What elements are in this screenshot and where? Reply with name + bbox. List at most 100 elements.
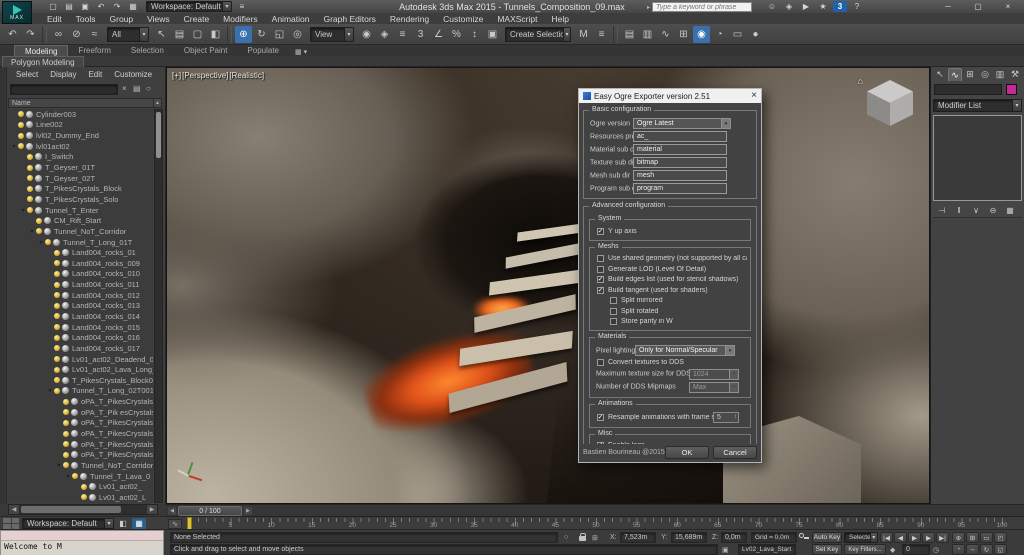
current-frame-field[interactable]: 0 [902,544,930,555]
viewport-menu-pov[interactable]: [Perspective] [182,71,228,80]
track-bar[interactable]: ∿ 51015202530354045505560657075808590951… [166,516,1024,529]
next-frame-icon[interactable]: ▶ [922,532,935,543]
expand-arrow-icon[interactable]: ▾ [46,387,54,394]
checkbox-checked[interactable]: ✓ [597,287,604,294]
tree-item[interactable]: T_Geyser_02T [8,173,153,184]
expand-arrow-icon[interactable]: ▾ [55,462,63,469]
clear-search-icon[interactable]: × [122,84,127,93]
minimize-icon[interactable]: ─ [938,0,958,12]
time-configuration-icon[interactable]: ◷ [933,546,939,554]
tree-item[interactable]: CM_Rift_Start [8,215,153,226]
zoom-extents-icon[interactable]: ▭ [980,532,993,543]
visibility-bulb-icon[interactable] [54,250,60,256]
visibility-bulb-icon[interactable] [63,409,69,415]
x-coordinate-field[interactable]: 7,523m [620,532,656,543]
zoom-region-icon[interactable]: ◰ [994,532,1007,543]
menu-animation[interactable]: Animation [265,14,317,24]
visibility-bulb-icon[interactable] [27,186,33,192]
go-to-start-icon[interactable]: |◀ [880,532,893,543]
checkbox-unchecked[interactable] [597,255,604,262]
menu-tools[interactable]: Tools [69,14,103,24]
isolate-toggle-icon[interactable]: ◧ [116,518,130,529]
visibility-bulb-icon[interactable] [18,122,24,128]
visibility-bulb-icon[interactable] [63,420,69,426]
visibility-bulb-icon[interactable] [54,367,60,373]
close-icon[interactable]: × [998,0,1018,12]
tree-item[interactable]: Land004_rocks_011 [8,279,153,290]
visibility-bulb-icon[interactable] [18,133,24,139]
select-and-scale-icon[interactable]: ◱ [271,26,288,43]
menu-maxscript[interactable]: MAXScript [490,14,544,24]
vertical-scrollbar[interactable] [154,109,163,503]
visibility-bulb-icon[interactable] [54,303,60,309]
show-end-result-icon[interactable]: ‖ [952,205,966,217]
menu-rendering[interactable]: Rendering [383,14,436,24]
visibility-bulb-icon[interactable] [54,335,60,341]
keyboard-shortcut-override-icon[interactable]: ≡ [394,26,411,43]
tree-item[interactable]: Land004_rocks_01 [8,247,153,258]
ok-button[interactable]: OK [665,446,709,459]
selection-set-dropdown[interactable]: Selected ▾ [844,532,878,543]
curve-editor-icon[interactable]: ∿ [657,26,674,43]
time-tag-field[interactable]: Lv02_Lava_Start [738,544,796,555]
tree-item[interactable]: oPA_T_PikesCrystals [8,396,153,407]
key-filters-button[interactable]: Key Filters... [844,544,886,555]
mini-curve-editor-icon[interactable]: ∿ [168,519,182,529]
scrollbar-thumb[interactable] [21,506,121,513]
open-file-icon[interactable]: ▤ [62,1,76,12]
checkbox-checked[interactable]: ✓ [597,414,604,421]
tab-motion[interactable]: ◎ [978,68,992,81]
menu-edit[interactable]: Edit [40,14,69,24]
render-setup-icon[interactable]: ◔ [711,26,728,43]
selection-lock-icon[interactable] [579,536,586,541]
search-history-arrow-icon[interactable]: ▸ [647,4,650,11]
visibility-bulb-icon[interactable] [27,196,33,202]
visibility-bulb-icon[interactable] [81,484,87,490]
viewport-layout-tabs-icon[interactable] [3,518,19,529]
select-and-rotate-icon[interactable]: ↻ [253,26,270,43]
reference-coordinate-dropdown[interactable]: View▾ [310,27,354,42]
use-pivot-point-center-icon[interactable]: ◉ [358,26,375,43]
expand-arrow-icon[interactable]: ▾ [10,143,18,150]
checkbox-checked[interactable]: ✓ [597,442,604,444]
tree-item[interactable]: T_PikesCrystals_Solo [8,194,153,205]
tree-item[interactable]: lvl02_Dummy_End [8,130,153,141]
viewport-menu-general[interactable]: [+] [172,71,181,80]
visibility-bulb-icon[interactable] [63,441,69,447]
explorer-menu-edit[interactable]: Edit [82,70,108,79]
visibility-bulb-icon[interactable] [54,271,60,277]
resources-prefix-input[interactable]: ac_ [633,131,727,142]
play-icon[interactable]: ▶ [908,532,921,543]
window-crossing-icon[interactable]: ◧ [207,26,224,43]
visibility-bulb-icon[interactable] [72,473,78,479]
align-icon[interactable]: ≡ [593,26,610,43]
layer-explorer-icon[interactable]: ▤ [621,26,638,43]
viewcube-home-icon[interactable]: ⌂ [858,76,863,86]
tree-item[interactable]: ▾Tunnel_NoT_Corridor [8,460,153,471]
expand-arrow-icon[interactable]: ▾ [64,473,72,480]
visibility-bulb-icon[interactable] [63,399,69,405]
field-of-view-icon[interactable]: ◔ [952,544,965,555]
dialog-title-bar[interactable]: Easy Ogre Exporter version 2.51 × [579,89,761,103]
ribbon-tab-selection[interactable]: Selection [121,45,174,56]
zoom-all-icon[interactable]: ⊞ [966,532,979,543]
column-chooser-icon[interactable]: ▤ [133,84,141,93]
auto-key-button[interactable]: Auto Key [812,532,842,543]
visibility-bulb-icon[interactable] [45,239,51,245]
tree-item[interactable]: Lv01_act02_L [8,492,153,503]
visibility-bulb-icon[interactable] [27,175,33,181]
visibility-bulb-icon[interactable] [27,154,33,160]
visibility-bulb-icon[interactable] [54,345,60,351]
make-unique-icon[interactable]: ∨ [969,205,983,217]
send-feedback-icon[interactable]: ▶ [799,1,813,12]
next-frame-arrow-icon[interactable]: ▶ [244,507,252,515]
visibility-bulb-icon[interactable] [81,494,87,500]
redo-icon[interactable]: ↷ [110,1,124,12]
tree-item[interactable]: oPA_T_PikesCrystals [8,418,153,429]
go-to-end-icon[interactable]: ▶| [936,532,949,543]
favorites-icon[interactable]: ★ [816,1,830,12]
viewcube[interactable] [867,80,913,126]
remove-modifier-icon[interactable]: ⊖ [986,205,1000,217]
tree-item[interactable]: T_Geyser_01T [8,162,153,173]
texture-sub-dir-input[interactable]: bitmap [633,157,727,168]
